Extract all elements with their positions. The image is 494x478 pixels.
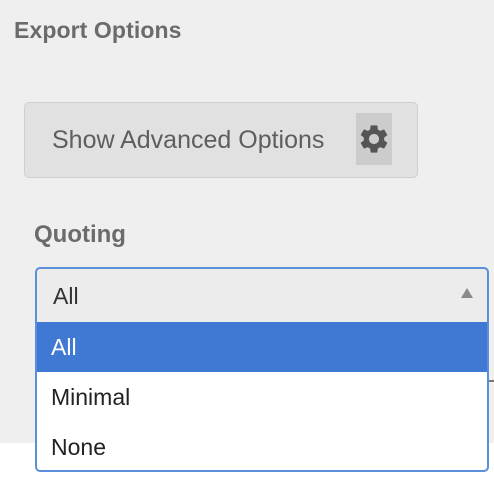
option-minimal[interactable]: Minimal — [37, 372, 487, 422]
option-none[interactable]: None — [37, 422, 487, 470]
quoting-label: Quoting — [34, 221, 126, 248]
divider — [489, 380, 494, 382]
advanced-options-label: Show Advanced Options — [52, 125, 325, 154]
option-all[interactable]: All — [37, 322, 487, 372]
quoting-selected-value: All — [53, 283, 79, 309]
section-title: Export Options — [14, 17, 182, 43]
quoting-select[interactable]: All — [35, 267, 489, 323]
show-advanced-options-button[interactable]: Show Advanced Options — [24, 102, 418, 178]
quoting-dropdown-list: All Minimal None — [35, 322, 489, 472]
caret-up-icon[interactable] — [461, 288, 473, 298]
gear-icon — [356, 113, 392, 165]
